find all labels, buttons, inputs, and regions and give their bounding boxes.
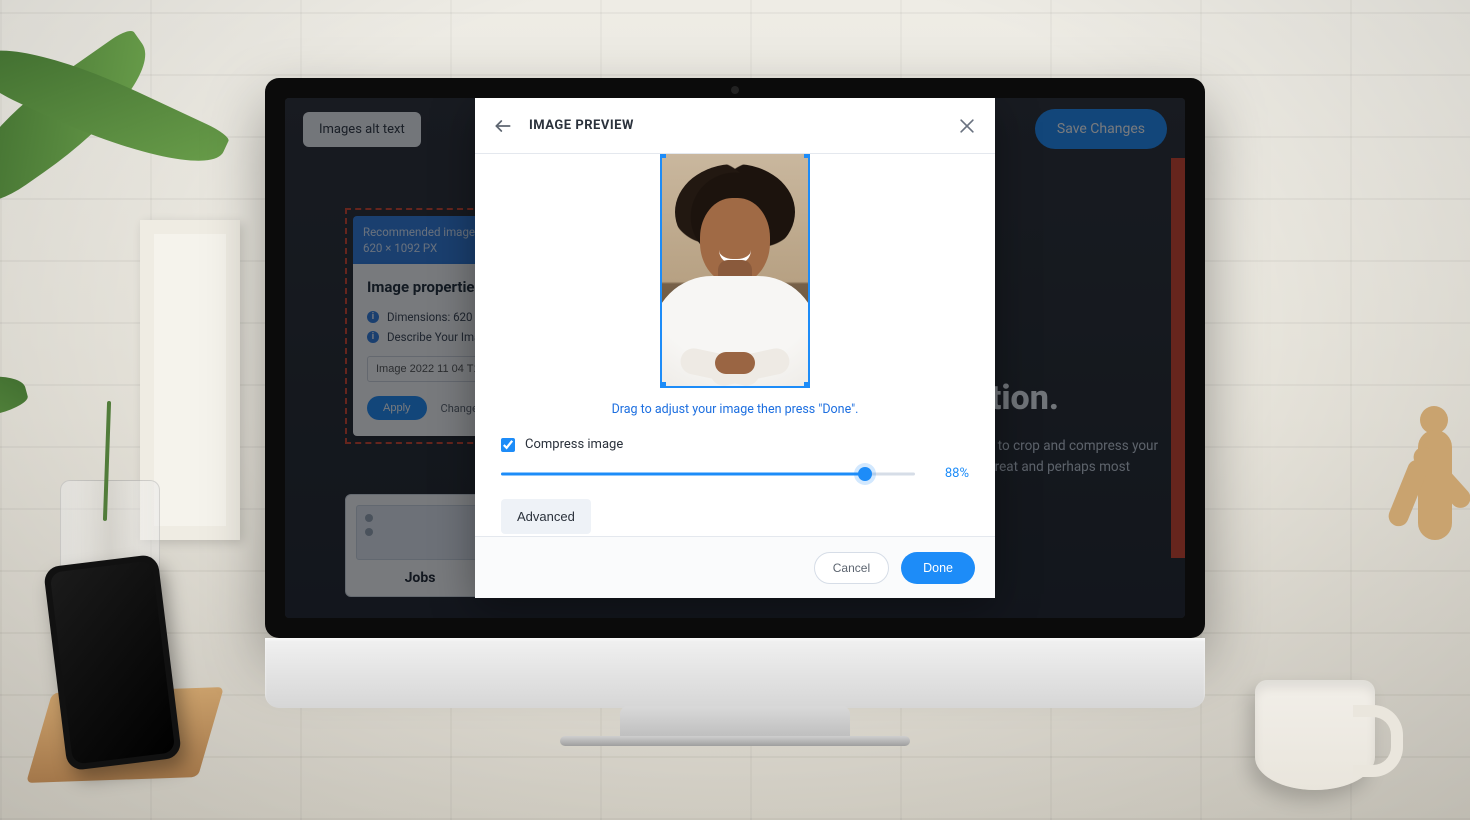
modal-footer: Cancel Done bbox=[475, 536, 995, 598]
crop-handle-tr[interactable] bbox=[804, 154, 810, 158]
coffee-mug bbox=[1255, 680, 1375, 790]
modal-title: IMAGE PREVIEW bbox=[529, 118, 634, 133]
slider-thumb[interactable] bbox=[858, 467, 872, 481]
crop-handle-tl[interactable] bbox=[660, 154, 666, 158]
modal-header: IMAGE PREVIEW bbox=[475, 98, 995, 154]
done-button[interactable]: Done bbox=[901, 552, 975, 584]
compress-slider[interactable] bbox=[501, 467, 915, 481]
crop-handle-br[interactable] bbox=[804, 382, 810, 388]
imac: Images alt text Save Changes Recommended… bbox=[265, 78, 1205, 738]
imac-chin bbox=[265, 638, 1205, 708]
webcam-dot bbox=[731, 86, 739, 94]
imac-stand bbox=[620, 706, 850, 740]
crop-handle-bl[interactable] bbox=[660, 382, 666, 388]
compress-image-row[interactable]: Compress image bbox=[501, 437, 969, 452]
advanced-button[interactable]: Advanced bbox=[501, 499, 591, 534]
smartphone bbox=[43, 554, 182, 771]
compress-image-label: Compress image bbox=[525, 437, 623, 452]
slider-percent: 88% bbox=[933, 466, 969, 481]
compress-image-checkbox[interactable] bbox=[501, 438, 515, 452]
image-preview-modal: IMAGE PREVIEW bbox=[475, 98, 995, 598]
image-crop-frame[interactable] bbox=[660, 154, 810, 388]
drag-hint: Drag to adjust your image then press "Do… bbox=[501, 402, 969, 417]
close-icon[interactable] bbox=[957, 116, 977, 136]
cancel-button[interactable]: Cancel bbox=[814, 552, 889, 584]
back-arrow-icon[interactable] bbox=[493, 116, 513, 136]
slider-fill bbox=[501, 472, 865, 475]
